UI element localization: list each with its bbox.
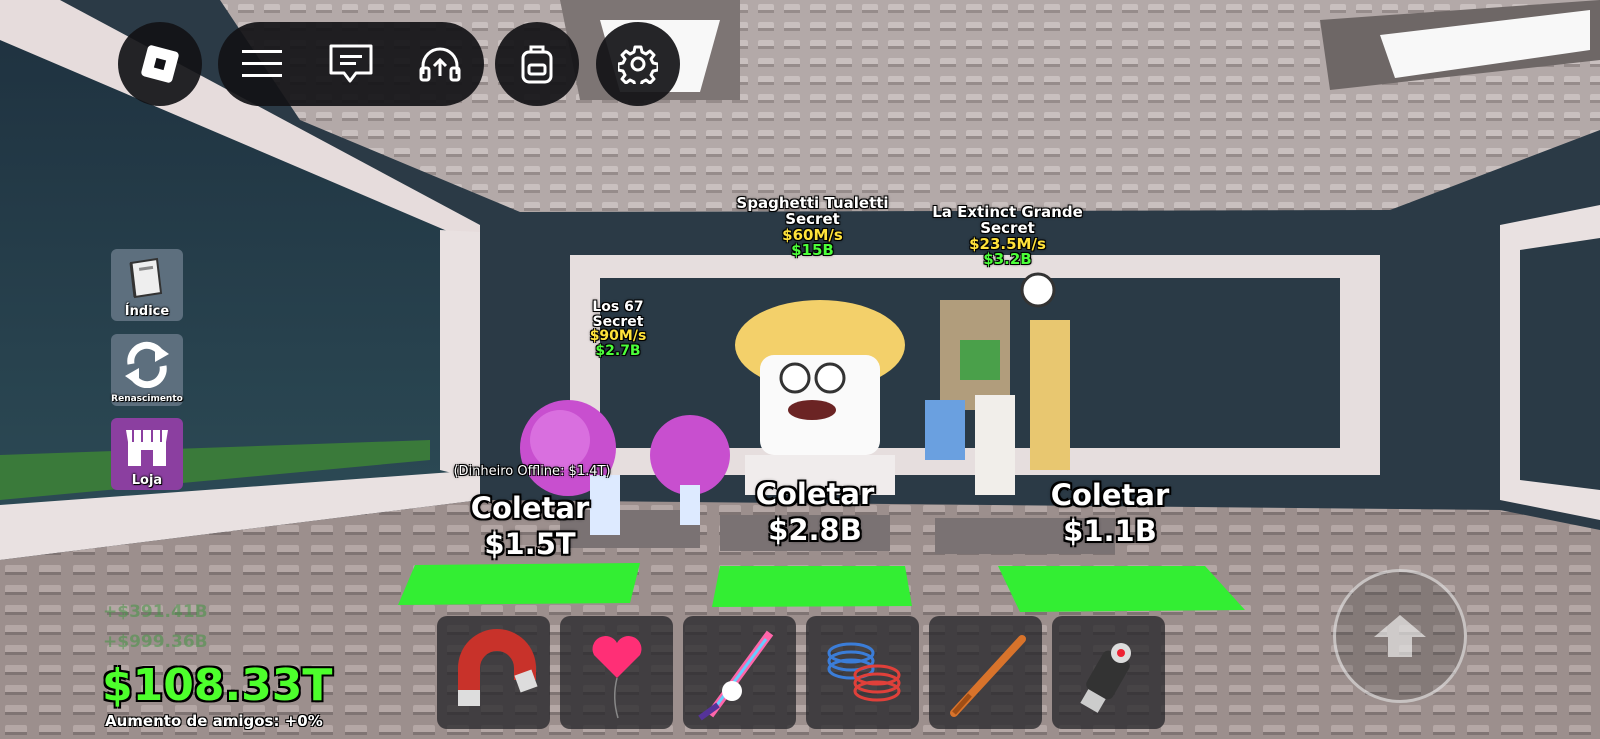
- heart-balloon-icon: [592, 635, 641, 718]
- collect-amount: $1.1B: [1063, 514, 1157, 549]
- brainrot-rate: $90M/s: [589, 328, 647, 345]
- recent-gain-2: +$999.36B: [103, 632, 208, 652]
- brainrot-price: $2.7B: [595, 343, 641, 360]
- collect-amount: $2.8B: [768, 513, 862, 548]
- collect-pad-1: [398, 563, 640, 605]
- collect-pad-2: [712, 566, 912, 607]
- collect-button-3[interactable]: Coletar $1.1B: [1035, 477, 1185, 550]
- grapple-gun-icon: [1079, 642, 1131, 713]
- spaghetti-tualetti-model: [735, 300, 905, 495]
- chat-button[interactable]: [316, 29, 386, 99]
- settings-button[interactable]: [596, 22, 680, 106]
- magnet-icon: [457, 628, 538, 706]
- hamburger-menu-button[interactable]: [227, 29, 297, 99]
- brainrot-name: Los 67: [592, 299, 644, 315]
- store-icon: [126, 430, 168, 466]
- brainrot-label-2: Spaghetti Tualetti Secret $60M/s $15B: [720, 195, 905, 260]
- collect-amount: $1.5T: [484, 527, 576, 562]
- brainrot-price: $3.2B: [983, 250, 1032, 269]
- friend-boost-label: Aumento de amigos: +0%: [105, 712, 323, 730]
- backpack-button[interactable]: [495, 22, 579, 106]
- hotbar-slot-4[interactable]: [806, 616, 919, 729]
- collect-label: Coletar: [1050, 478, 1170, 512]
- roblox-logo-icon: [141, 45, 179, 83]
- hotbar-slot-3[interactable]: [683, 616, 796, 729]
- store-button[interactable]: Loja: [111, 418, 183, 490]
- headphones-icon: [419, 47, 461, 82]
- rebirth-label: Renascimento: [111, 394, 183, 404]
- unicorn-sword-icon: [697, 630, 773, 720]
- hotbar-slot-5[interactable]: [929, 616, 1042, 729]
- hotbar-slot-1[interactable]: [437, 616, 550, 729]
- collect-button-1[interactable]: Coletar $1.5T: [460, 490, 600, 563]
- money-counter: $108.33T: [102, 660, 333, 711]
- game-viewport: Índice Renascimento Loja Los 67 Secret $…: [0, 0, 1600, 739]
- brainrot-label-3: La Extinct Grande Secret $23.5M/s $3.2B: [915, 204, 1100, 269]
- offline-money-label: (Dinheiro Offline: $1.4T): [453, 464, 611, 479]
- spring-coils-icon: [827, 642, 900, 701]
- hamburger-menu-icon: [242, 50, 283, 77]
- top-menu-group: [218, 22, 484, 106]
- backpack-icon: [521, 45, 553, 84]
- collect-button-2[interactable]: Coletar $2.8B: [740, 476, 890, 549]
- collect-pad-3: [998, 566, 1245, 612]
- brainrot-label-1: Los 67 Secret $90M/s $2.7B: [558, 300, 678, 359]
- chat-icon: [329, 44, 373, 83]
- collect-label: Coletar: [470, 491, 590, 525]
- brainrot-price: $15B: [791, 241, 834, 260]
- index-button[interactable]: Índice: [111, 249, 183, 321]
- rebirth-button[interactable]: Renascimento: [111, 334, 183, 406]
- collect-label: Coletar: [755, 477, 875, 511]
- roblox-menu-button[interactable]: [118, 22, 202, 106]
- voice-chat-button[interactable]: [405, 29, 475, 99]
- rebirth-arrows-icon: [125, 341, 169, 388]
- baseball-bat-icon: [949, 634, 1026, 717]
- store-label: Loja: [131, 473, 163, 488]
- hotbar-slot-2[interactable]: [560, 616, 673, 729]
- up-arrow-icon: [1374, 615, 1426, 657]
- hotbar-slot-6[interactable]: [1052, 616, 1165, 729]
- gear-icon: [618, 45, 658, 84]
- recent-gain-1: +$391.41B: [103, 602, 208, 622]
- index-label: Índice: [124, 304, 170, 319]
- jump-button[interactable]: [1333, 569, 1467, 703]
- book-icon: [129, 257, 163, 299]
